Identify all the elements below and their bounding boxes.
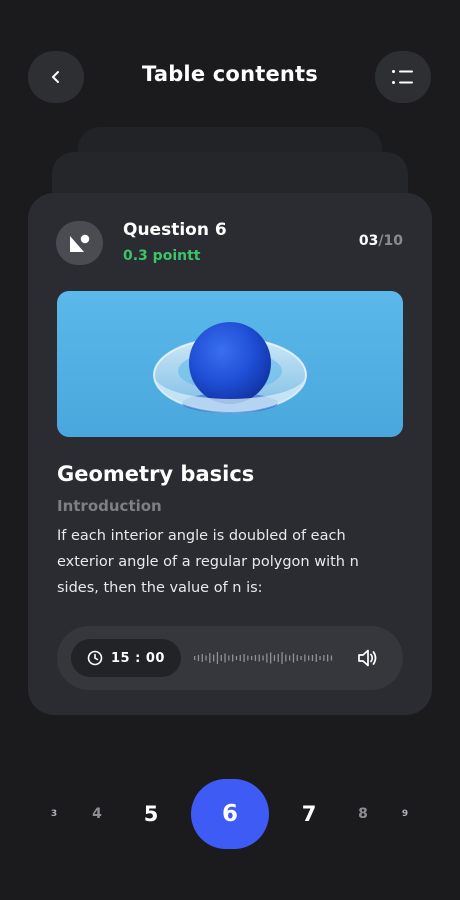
question-points: 0.3 pointt xyxy=(123,248,201,264)
page-9[interactable]: 9 xyxy=(395,779,415,849)
shapes-icon xyxy=(69,233,91,252)
timer-pill[interactable]: 15 : 00 xyxy=(71,639,181,677)
page-8[interactable]: 8 xyxy=(352,779,374,849)
clock-icon xyxy=(87,650,103,666)
list-icon xyxy=(392,70,413,84)
question-title: Question 6 xyxy=(123,220,227,240)
audio-player: 15 : 00 xyxy=(57,626,403,690)
question-avatar xyxy=(56,221,103,265)
lesson-image xyxy=(57,291,403,437)
page-6-active[interactable]: 6 xyxy=(191,779,269,849)
progress-current: 03 xyxy=(358,233,379,249)
page-5[interactable]: 5 xyxy=(138,779,164,849)
question-progress: 03/10 xyxy=(359,233,403,249)
torus-sphere-illustration xyxy=(153,322,307,413)
lesson-title: Geometry basics xyxy=(57,462,255,486)
lesson-body: If each interior angle is doubled of eac… xyxy=(57,528,359,596)
question-card: Question 6 0.3 pointt 03/10 Geometry bas… xyxy=(28,193,432,715)
page-7[interactable]: 7 xyxy=(296,779,322,849)
menu-button[interactable] xyxy=(375,51,431,103)
timer-text: 15 : 00 xyxy=(111,650,165,666)
question-pager: 3 4 5 6 7 8 9 xyxy=(0,779,460,849)
lesson-subtitle: Introduction xyxy=(57,497,162,515)
page-4[interactable]: 4 xyxy=(86,779,108,849)
progress-total: /10 xyxy=(378,233,403,249)
waveform-icon[interactable] xyxy=(194,646,336,670)
page-3[interactable]: 3 xyxy=(44,779,64,849)
speaker-icon[interactable] xyxy=(356,647,378,669)
